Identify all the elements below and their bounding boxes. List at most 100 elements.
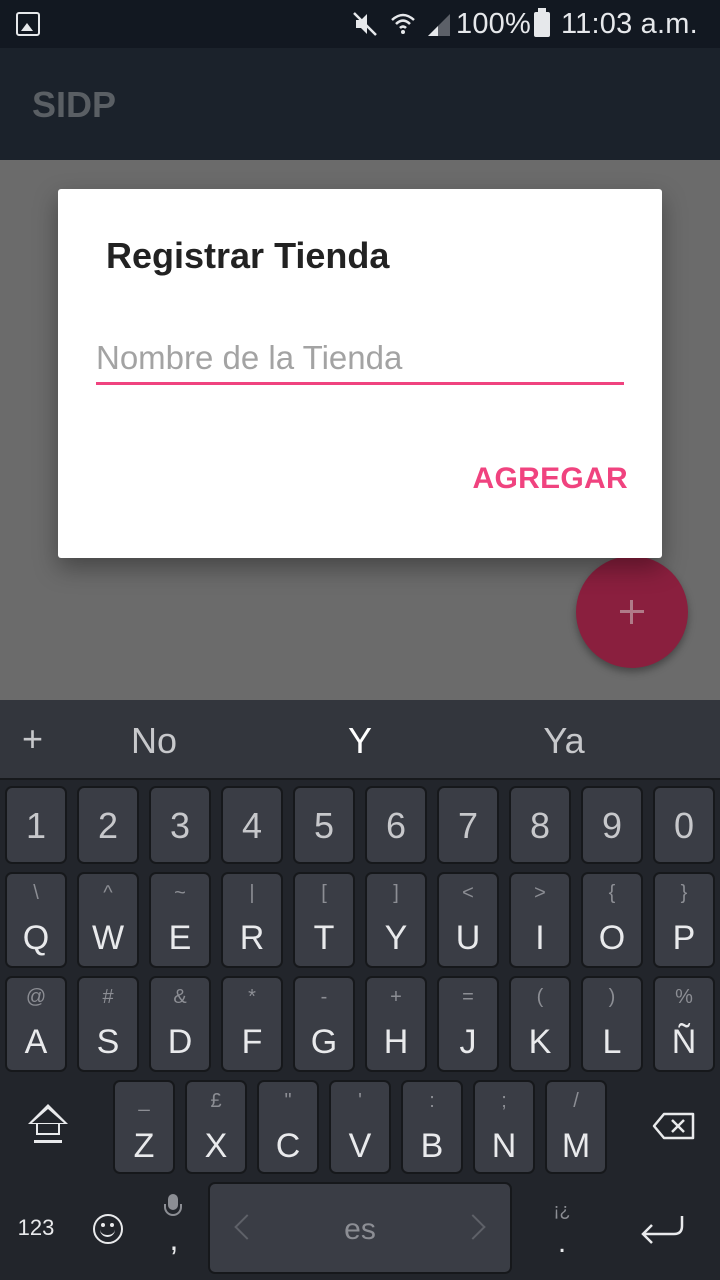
key[interactable]: # S (77, 976, 139, 1072)
suggestion-item[interactable]: Ya (494, 718, 634, 764)
key[interactable]: ' V (329, 1080, 391, 1174)
suggestion-item[interactable]: Y (290, 718, 430, 764)
key[interactable]: * F (221, 976, 283, 1072)
key[interactable]: -G (293, 976, 355, 1072)
key-alt-label: # (102, 986, 114, 1008)
key[interactable]: ) L (581, 976, 643, 1072)
signal-icon (428, 14, 450, 36)
key[interactable]: £ X (185, 1080, 247, 1174)
key[interactable]: / M (545, 1080, 607, 1174)
key[interactable]: < U (437, 872, 499, 968)
key[interactable]: {O (581, 872, 643, 968)
key-label: A (24, 1023, 48, 1061)
numbers-mode-key[interactable]: 123 (12, 1214, 60, 1242)
key-alt-label: > (534, 882, 546, 904)
key[interactable]: " C (257, 1080, 319, 1174)
key-alt-label: { (608, 882, 616, 904)
key[interactable]: ] Y (365, 872, 427, 968)
key-label: Y (384, 919, 408, 957)
key-label: C (275, 1127, 301, 1165)
key-label: F (241, 1023, 263, 1061)
key-alt-label: ) (608, 986, 616, 1008)
mute-icon (353, 12, 377, 36)
key-label: 7 (457, 805, 479, 846)
key[interactable]: @ A (5, 976, 67, 1072)
plus-icon-stem (630, 600, 633, 624)
key-alt-label: [ (321, 882, 327, 904)
key-alt-label: " (284, 1090, 292, 1112)
key[interactable]: 3 (149, 786, 211, 864)
period-label: . (557, 1226, 567, 1259)
backspace-key[interactable] (652, 1112, 696, 1140)
battery-percent: 100% (456, 8, 531, 40)
key-alt-label: ~ (174, 882, 186, 904)
key-label: N (491, 1127, 517, 1165)
key-label: O (598, 919, 626, 957)
key[interactable]: 4 (221, 786, 283, 864)
key[interactable]: 2 (77, 786, 139, 864)
dialog-title: Registrar Tienda (106, 235, 390, 276)
key[interactable]: ^ W (77, 872, 139, 968)
enter-icon (641, 1216, 684, 1244)
comma-label: , (169, 1221, 179, 1257)
backspace-icon (652, 1112, 695, 1140)
key-label: 0 (673, 805, 695, 846)
key-alt-label: | (249, 882, 255, 904)
key-label: I (535, 919, 545, 957)
key[interactable]: [T (293, 872, 355, 968)
key[interactable]: 1 (5, 786, 67, 864)
key[interactable]: 5 (293, 786, 355, 864)
period-key[interactable]: ¡¿ . (540, 1200, 584, 1260)
key[interactable]: 7 (437, 786, 499, 864)
key[interactable]: % Ñ (653, 976, 715, 1072)
key-label: X (204, 1127, 228, 1165)
add-fab-button[interactable] (576, 556, 688, 668)
shift-icon-stem (36, 1123, 60, 1135)
soft-keyboard: + No Y Ya 1234567890 \ Q ^ W ~ E | R[T] Y < U > I{O}… (0, 700, 720, 1280)
key[interactable]: + H (365, 976, 427, 1072)
key-alt-label: < (462, 882, 474, 904)
key[interactable]: ~ E (149, 872, 211, 968)
comma-key[interactable]: , (156, 1194, 192, 1264)
key-label: 6 (385, 805, 407, 846)
enter-key[interactable] (638, 1212, 686, 1246)
key-alt-label: @ (25, 986, 47, 1008)
key-alt-label: _ (138, 1090, 150, 1112)
key[interactable]: & D (149, 976, 211, 1072)
key-alt-label: - (320, 986, 328, 1008)
emoji-icon[interactable] (93, 1214, 123, 1244)
key[interactable]: :B (401, 1080, 463, 1174)
key-label: W (91, 919, 125, 957)
key[interactable]: 8 (509, 786, 571, 864)
key[interactable]: 9 (581, 786, 643, 864)
shift-icon-inner (32, 1109, 64, 1123)
suggestion-item[interactable]: No (84, 718, 224, 764)
space-key[interactable]: es (208, 1182, 512, 1274)
key-label: 2 (97, 805, 119, 846)
key[interactable]: = J (437, 976, 499, 1072)
key[interactable]: 0 (653, 786, 715, 864)
key[interactable]: \ Q (5, 872, 67, 968)
key[interactable]: > I (509, 872, 571, 968)
shift-key[interactable] (22, 1100, 74, 1156)
store-name-input[interactable] (96, 333, 624, 385)
key-alt-label: ^ (103, 882, 113, 904)
wifi-icon (391, 13, 415, 34)
key-label: K (528, 1023, 552, 1061)
key-label: Q (22, 919, 50, 957)
add-button[interactable]: AGREGAR (456, 451, 628, 507)
keyboard-plus-icon[interactable]: + (22, 716, 43, 762)
key-alt-label: ] (393, 882, 399, 904)
status-bar: 100% 11:03 a.m. (0, 0, 720, 48)
key[interactable]: | R (221, 872, 283, 968)
key-alt-label: + (390, 986, 402, 1008)
period-sub-label: ¡¿ (553, 1200, 571, 1220)
key[interactable]: (K (509, 976, 571, 1072)
key[interactable]: } P (653, 872, 715, 968)
key[interactable]: _ Z (113, 1080, 175, 1174)
key-label: 9 (601, 805, 623, 846)
key[interactable]: 6 (365, 786, 427, 864)
shift-icon-base (34, 1140, 62, 1143)
key[interactable]: ; N (473, 1080, 535, 1174)
key-alt-label: ' (358, 1090, 362, 1112)
